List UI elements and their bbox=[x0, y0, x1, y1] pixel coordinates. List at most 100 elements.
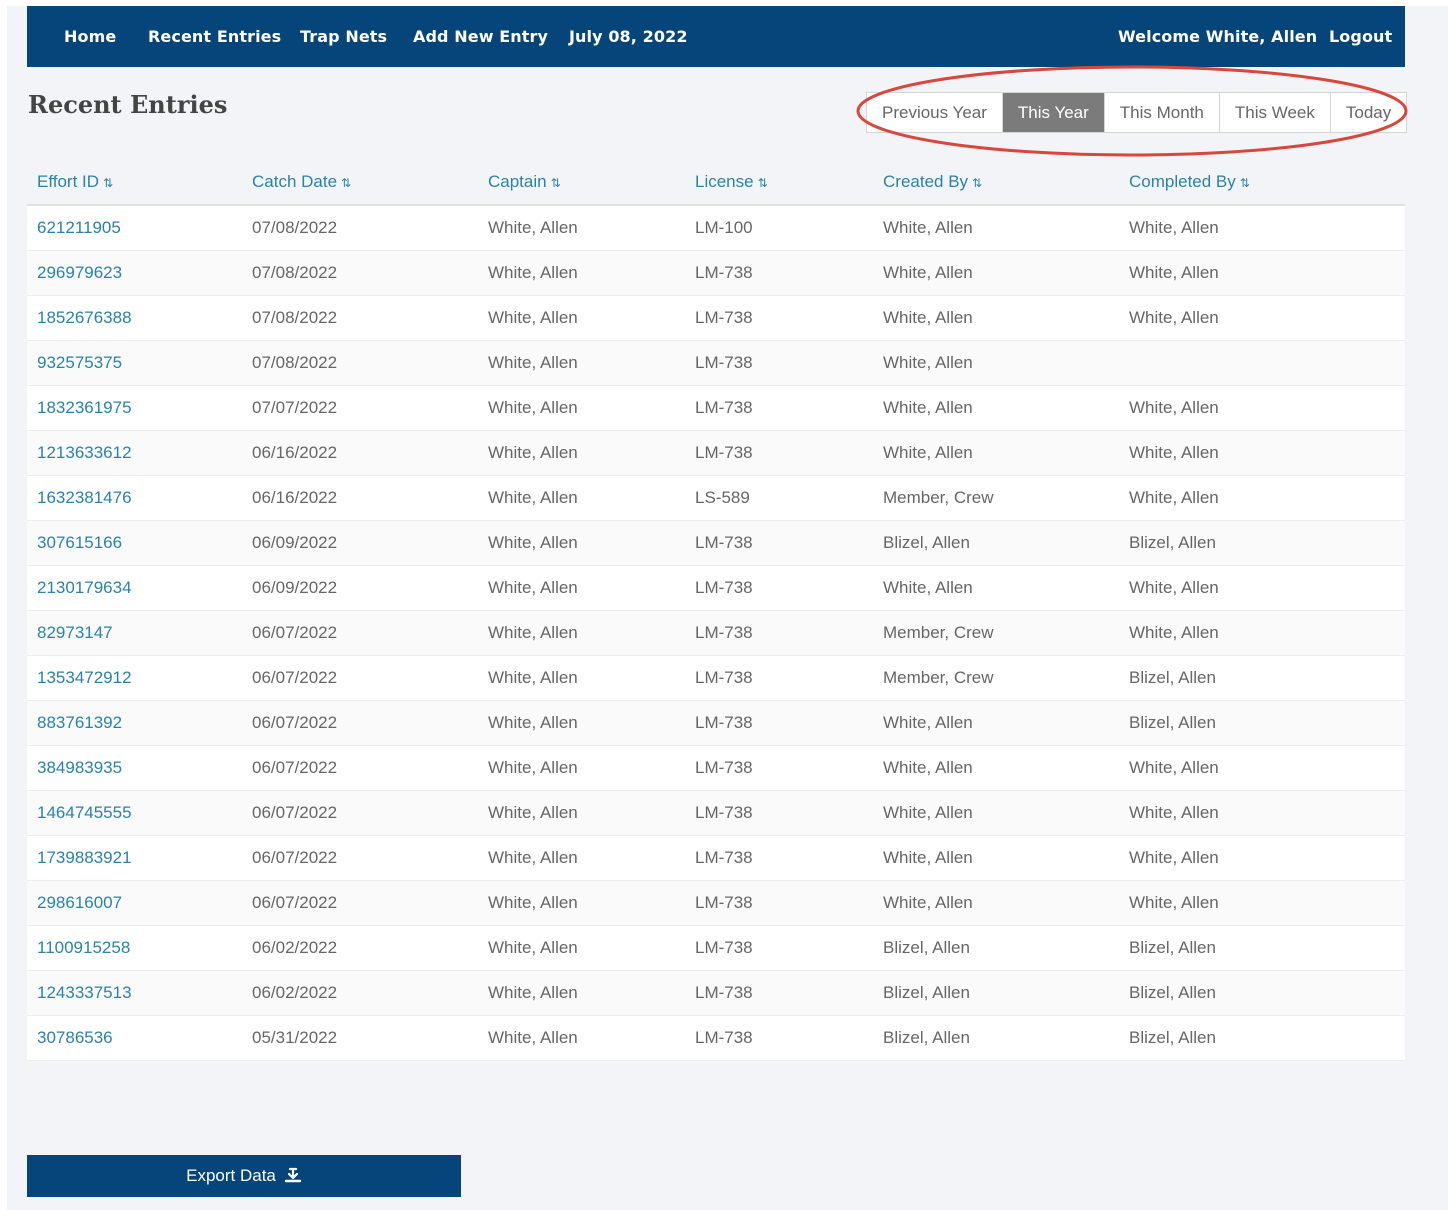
nav-trap-nets[interactable]: Trap Nets bbox=[300, 27, 387, 46]
table-cell: White, Allen bbox=[1119, 745, 1405, 791]
table-cell: White, Allen bbox=[478, 520, 685, 566]
effort-id-link[interactable]: 307615166 bbox=[27, 520, 242, 566]
range-option-today[interactable]: Today bbox=[1331, 93, 1406, 132]
table-body: 621211905 07/08/2022 White, Allen LM-100 Whi… bbox=[27, 205, 1405, 1061]
table-cell: LM-738 bbox=[685, 610, 873, 656]
table-row: 883761392 06/07/2022 White, Allen LM-738 Whi… bbox=[27, 700, 1405, 746]
effort-id-link[interactable]: 298616007 bbox=[27, 880, 242, 926]
table-cell: 06/07/2022 bbox=[242, 700, 478, 746]
effort-id-link[interactable]: 1852676388 bbox=[27, 295, 242, 341]
effort-id-link[interactable]: 621211905 bbox=[27, 205, 242, 251]
effort-id-link[interactable]: 30786536 bbox=[27, 1015, 242, 1061]
date-range-filter: Previous Year This Year This Month This Wee… bbox=[866, 92, 1408, 133]
column-header-label: Completed By bbox=[1129, 172, 1236, 191]
column-header-label: Effort ID bbox=[37, 172, 100, 191]
table-cell: 06/02/2022 bbox=[242, 970, 478, 1016]
effort-id-link[interactable]: 1832361975 bbox=[27, 385, 242, 431]
table-cell: LM-738 bbox=[685, 970, 873, 1016]
column-header-label: Captain bbox=[488, 172, 547, 191]
nav-recent-entries[interactable]: Recent Entries bbox=[148, 27, 281, 46]
table-cell: White, Allen bbox=[873, 880, 1119, 926]
table-cell: Blizel, Allen bbox=[873, 925, 1119, 971]
table-cell: Blizel, Allen bbox=[1119, 700, 1405, 746]
table-row: 1852676388 07/08/2022 White, Allen LM-738 Wh… bbox=[27, 295, 1405, 341]
table-cell: White, Allen bbox=[478, 430, 685, 476]
effort-id-link[interactable]: 883761392 bbox=[27, 700, 242, 746]
table-cell: 07/08/2022 bbox=[242, 250, 478, 296]
table-row: 307615166 06/09/2022 White, Allen LM-738 Bli… bbox=[27, 520, 1405, 566]
table-cell: LS-589 bbox=[685, 475, 873, 521]
table-cell: White, Allen bbox=[873, 790, 1119, 836]
table-cell: White, Allen bbox=[1119, 250, 1405, 296]
table-row: 1464745555 06/07/2022 White, Allen LM-738 Wh… bbox=[27, 790, 1405, 836]
nav-date: July 08, 2022 bbox=[569, 27, 688, 46]
table-cell: White, Allen bbox=[873, 430, 1119, 476]
table-cell: White, Allen bbox=[478, 205, 685, 251]
column-header-completed-by[interactable]: Completed By ⇅ bbox=[1119, 160, 1405, 206]
column-header-catch-date[interactable]: Catch Date ⇅ bbox=[242, 160, 478, 206]
nav-logout[interactable]: Logout bbox=[1329, 27, 1392, 46]
table-row: 1100915258 06/02/2022 White, Allen LM-738 Bl… bbox=[27, 925, 1405, 971]
table-cell: White, Allen bbox=[1119, 475, 1405, 521]
table-cell: White, Allen bbox=[1119, 790, 1405, 836]
column-header-label: Catch Date bbox=[252, 172, 338, 191]
table-cell: 06/07/2022 bbox=[242, 655, 478, 701]
table-cell: LM-738 bbox=[685, 700, 873, 746]
range-option-this-week[interactable]: This Week bbox=[1220, 93, 1331, 132]
table-cell: White, Allen bbox=[873, 835, 1119, 881]
effort-id-link[interactable]: 296979623 bbox=[27, 250, 242, 296]
column-header-effort-id[interactable]: Effort ID ⇅ bbox=[27, 160, 242, 206]
effort-id-link[interactable]: 82973147 bbox=[27, 610, 242, 656]
table-cell: LM-738 bbox=[685, 340, 873, 386]
table-cell: Blizel, Allen bbox=[1119, 655, 1405, 701]
range-option-this-year[interactable]: This Year bbox=[1002, 93, 1105, 132]
table-cell: LM-100 bbox=[685, 205, 873, 251]
range-option-previous-year[interactable]: Previous Year bbox=[867, 93, 1003, 132]
column-header-captain[interactable]: Captain ⇅ bbox=[478, 160, 685, 206]
nav-add-new-entry[interactable]: Add New Entry bbox=[413, 27, 548, 46]
table-cell: White, Allen bbox=[1119, 880, 1405, 926]
table-cell: White, Allen bbox=[873, 700, 1119, 746]
column-header-license[interactable]: License ⇅ bbox=[685, 160, 873, 206]
effort-id-link[interactable]: 1739883921 bbox=[27, 835, 242, 881]
top-navbar: Home Recent Entries Trap Nets Add New En… bbox=[27, 6, 1405, 67]
export-data-button[interactable]: Export Data bbox=[27, 1155, 461, 1197]
sort-icon: ⇅ bbox=[972, 176, 983, 190]
page-title: Recent Entries bbox=[28, 90, 228, 119]
table-cell: LM-738 bbox=[685, 295, 873, 341]
effort-id-link[interactable]: 1213633612 bbox=[27, 430, 242, 476]
effort-id-link[interactable]: 2130179634 bbox=[27, 565, 242, 611]
sort-icon: ⇅ bbox=[550, 176, 561, 190]
table-cell: 06/16/2022 bbox=[242, 475, 478, 521]
table-cell: 06/16/2022 bbox=[242, 430, 478, 476]
effort-id-link[interactable]: 1100915258 bbox=[27, 925, 242, 971]
table-row: 2130179634 06/09/2022 White, Allen LM-738 Wh… bbox=[27, 565, 1405, 611]
effort-id-link[interactable]: 1464745555 bbox=[27, 790, 242, 836]
sort-icon: ⇅ bbox=[1239, 176, 1250, 190]
table-cell: 07/08/2022 bbox=[242, 295, 478, 341]
table-cell: 06/07/2022 bbox=[242, 835, 478, 881]
effort-id-link[interactable]: 384983935 bbox=[27, 745, 242, 791]
effort-id-link[interactable]: 932575375 bbox=[27, 340, 242, 386]
table-cell: White, Allen bbox=[478, 790, 685, 836]
table-row: 82973147 06/07/2022 White, Allen LM-738 Memb… bbox=[27, 610, 1405, 656]
table-cell: 07/08/2022 bbox=[242, 340, 478, 386]
recent-entries-table: Effort ID ⇅ Catch Date ⇅ Captain ⇅ License ⇅ Cre… bbox=[27, 160, 1405, 1061]
effort-id-link[interactable]: 1632381476 bbox=[27, 475, 242, 521]
effort-id-link[interactable]: 1243337513 bbox=[27, 970, 242, 1016]
effort-id-link[interactable]: 1353472912 bbox=[27, 655, 242, 701]
table-cell: Blizel, Allen bbox=[873, 520, 1119, 566]
table-cell: 05/31/2022 bbox=[242, 1015, 478, 1061]
range-option-this-month[interactable]: This Month bbox=[1105, 93, 1220, 132]
table-cell: White, Allen bbox=[478, 610, 685, 656]
table-cell: White, Allen bbox=[873, 250, 1119, 296]
table-row: 932575375 07/08/2022 White, Allen LM-738 Whi… bbox=[27, 340, 1405, 386]
column-header-created-by[interactable]: Created By ⇅ bbox=[873, 160, 1119, 206]
table-cell: White, Allen bbox=[478, 385, 685, 431]
table-cell: LM-738 bbox=[685, 565, 873, 611]
table-cell: Blizel, Allen bbox=[873, 970, 1119, 1016]
table-cell: White, Allen bbox=[1119, 430, 1405, 476]
table-cell: White, Allen bbox=[478, 835, 685, 881]
table-cell: White, Allen bbox=[873, 385, 1119, 431]
nav-home[interactable]: Home bbox=[64, 27, 116, 46]
